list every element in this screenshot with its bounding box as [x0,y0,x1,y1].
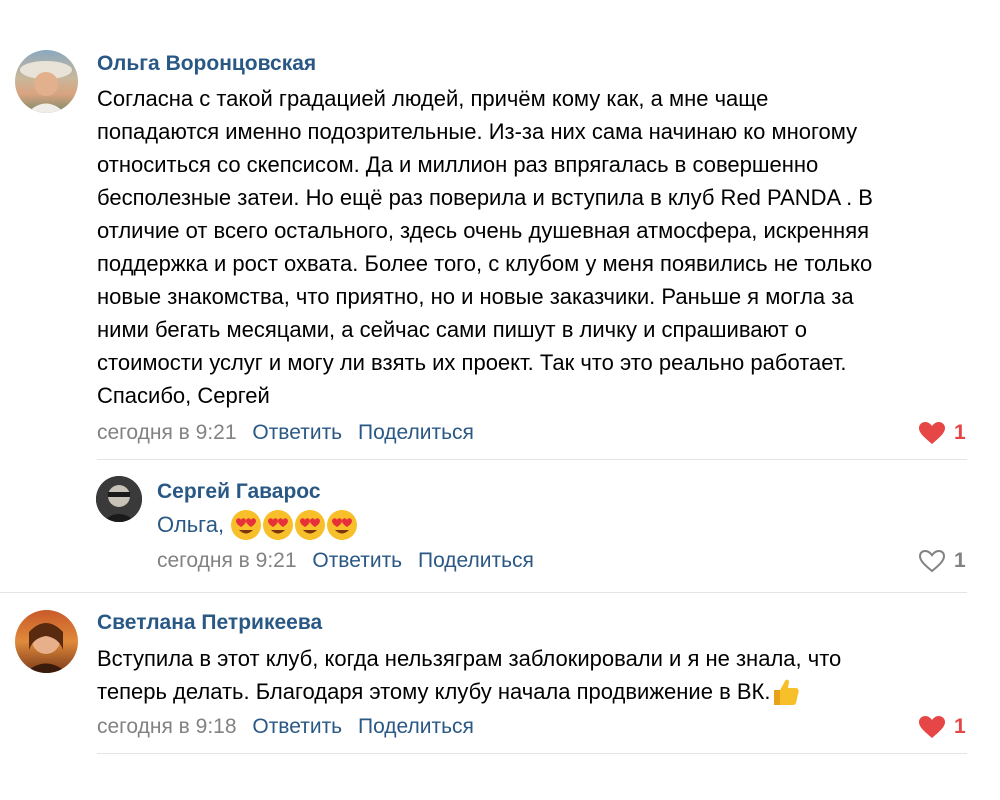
share-button[interactable]: Поделиться [358,715,474,738]
avatar[interactable] [15,50,78,113]
comment-text-line: попадаются именно подозрительные. Из-за … [97,119,858,144]
reply-button[interactable]: Ответить [252,715,342,738]
like-button[interactable]: 1 [918,714,966,740]
comment-timestamp[interactable]: сегодня в 9:21 [97,421,237,444]
heart-outline-icon [918,549,946,573]
like-count: 1 [954,549,966,572]
share-button[interactable]: Поделиться [418,549,534,572]
reply-button[interactable]: Ответить [312,549,402,572]
comment-text: Вступила в этот клуб, когда нельзяграм з… [97,642,987,708]
comment-text-line: Спасибо, Сергей [97,383,270,408]
comment-timestamp[interactable]: сегодня в 9:18 [97,715,237,738]
share-button[interactable]: Поделиться [358,421,474,444]
divider [97,753,967,754]
mention-link[interactable]: Ольга, [157,508,224,541]
comment-text-line: относиться со скепсисом. Да и миллион ра… [97,152,819,177]
like-button[interactable]: 1 [918,420,966,446]
heart-eyes-emoji [263,509,294,540]
comment-text: Согласна с такой градацией людей, причём… [97,82,987,412]
comment-text-line: Вступила в этот клуб, когда нельзяграм з… [97,646,842,671]
comment-text-line: отличие от всего остального, здесь очень… [97,218,870,243]
comment-author[interactable]: Сергей Гаварос [157,479,321,505]
comment-text-line: поддержка и рост охвата. Более того, с к… [97,251,873,276]
divider [97,459,967,460]
comment-meta: сегодня в 9:21 Ответить Поделиться [97,420,474,446]
reply-button[interactable]: Ответить [252,421,342,444]
comment-author[interactable]: Светлана Петрикеева [97,610,322,636]
thumbs-up-emoji [774,679,800,705]
avatar[interactable] [96,476,142,522]
heart-eyes-emoji [295,509,326,540]
divider [0,592,967,593]
comment-text-line-content: теперь делать. Благодаря этому клубу нач… [97,679,771,704]
like-count: 1 [954,421,966,444]
comment-meta: сегодня в 9:18 Ответить Поделиться [97,714,474,740]
comment-text-line: стоимости услуг и могу ли взять их проек… [97,350,847,375]
comment-text-line: теперь делать. Благодаря этому клубу нач… [97,675,987,708]
comment-text-line: ними бегать месяцами, а сейчас сами пишу… [97,317,807,342]
comment-timestamp[interactable]: сегодня в 9:21 [157,549,297,572]
heart-eyes-emoji [231,509,262,540]
like-button[interactable]: 1 [918,548,966,574]
comment-meta: сегодня в 9:21 Ответить Поделиться [157,548,534,574]
comment-text-line: новые знакомства, что приятно, но и новы… [97,284,854,309]
avatar[interactable] [15,610,78,673]
like-count: 1 [954,715,966,738]
comment-text-line: бесполезные затеи. Но ещё раз поверила и… [97,185,873,210]
comment-text-line: Согласна с такой градацией людей, причём… [97,86,769,111]
comment-text: Ольга, [157,508,857,541]
comment-author[interactable]: Ольга Воронцовская [97,51,316,77]
heart-filled-icon [919,716,945,738]
heart-eyes-emoji [327,509,358,540]
heart-filled-icon [919,422,945,444]
